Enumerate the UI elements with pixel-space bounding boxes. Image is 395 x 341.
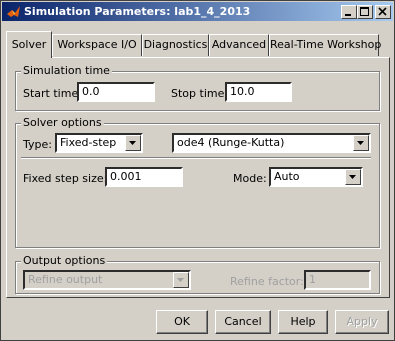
- ok-label: OK: [174, 315, 190, 328]
- simulation-time-label: Simulation time: [21, 64, 112, 77]
- mode-value: Auto: [274, 170, 300, 183]
- solver-value: ode4 (Runge-Kutta): [177, 136, 285, 149]
- refine-factor-value: 1: [309, 273, 316, 286]
- tab-advanced[interactable]: Advanced: [209, 34, 269, 56]
- minimize-icon: [345, 14, 351, 16]
- stop-time-value: 10.0: [230, 85, 255, 98]
- solver-type-select[interactable]: Fixed-step: [55, 133, 143, 153]
- ok-button[interactable]: OK: [156, 310, 208, 334]
- solver-options-label: Solver options: [21, 116, 104, 129]
- tab-solver[interactable]: Solver: [6, 31, 52, 58]
- refine-output-value: Refine output: [28, 273, 103, 286]
- tab-label: Real-Time Workshop: [270, 38, 382, 51]
- maximize-icon: [360, 7, 369, 16]
- fixed-step-size-value: 0.001: [110, 170, 142, 183]
- cancel-button[interactable]: Cancel: [215, 310, 271, 334]
- tab-label: Workspace I/O: [57, 38, 137, 51]
- refine-factor-field: 1: [304, 270, 371, 290]
- chevron-down-icon[interactable]: [125, 135, 141, 151]
- apply-button: Apply: [335, 310, 389, 334]
- solver-select[interactable]: ode4 (Runge-Kutta): [172, 133, 371, 153]
- mode-select[interactable]: Auto: [269, 167, 363, 187]
- stop-time-label: Stop time:: [171, 87, 229, 100]
- chevron-down-icon: [173, 272, 189, 288]
- tab-label: Solver: [11, 38, 47, 51]
- divider: [21, 157, 371, 159]
- apply-label: Apply: [346, 315, 378, 328]
- help-button[interactable]: Help: [278, 310, 328, 334]
- chevron-down-icon[interactable]: [345, 169, 361, 185]
- window-title: Simulation Parameters: lab1_4_2013: [24, 5, 251, 18]
- mode-label: Mode:: [233, 172, 267, 185]
- tab-label: Diagnostics: [143, 38, 208, 51]
- tab-workspace-io[interactable]: Workspace I/O: [52, 34, 142, 56]
- tab-real-time-workshop[interactable]: Real-Time Workshop: [269, 34, 382, 56]
- tab-strip: Solver Workspace I/O Diagnostics Advance…: [6, 31, 391, 58]
- tab-diagnostics[interactable]: Diagnostics: [142, 34, 209, 56]
- start-time-field[interactable]: 0.0: [77, 82, 155, 102]
- title-bar[interactable]: Simulation Parameters: lab1_4_2013: [2, 2, 393, 21]
- fixed-step-size-field[interactable]: 0.001: [105, 167, 183, 187]
- solver-type-value: Fixed-step: [60, 136, 117, 149]
- stop-time-field[interactable]: 10.0: [225, 82, 292, 102]
- fixed-step-size-label: Fixed step size:: [23, 172, 108, 185]
- start-time-value: 0.0: [82, 85, 100, 98]
- chevron-down-icon[interactable]: [353, 135, 369, 151]
- maximize-button[interactable]: [357, 5, 373, 19]
- close-icon: [378, 7, 387, 16]
- output-options-label: Output options: [21, 254, 108, 267]
- close-button[interactable]: [375, 5, 391, 19]
- solver-panel: Simulation time Start time: 0.0 Stop tim…: [6, 57, 390, 298]
- start-time-label: Start time:: [23, 87, 82, 100]
- help-label: Help: [290, 315, 316, 328]
- refine-output-select: Refine output: [23, 270, 191, 290]
- type-label: Type:: [23, 138, 52, 151]
- refine-factor-label: Refine factor:: [230, 275, 304, 288]
- matlab-icon: [7, 6, 20, 17]
- tab-label: Advanced: [211, 38, 267, 51]
- dialog-window: Simulation Parameters: lab1_4_2013 Solve…: [0, 0, 395, 341]
- cancel-label: Cancel: [224, 315, 262, 328]
- minimize-button[interactable]: [341, 5, 357, 19]
